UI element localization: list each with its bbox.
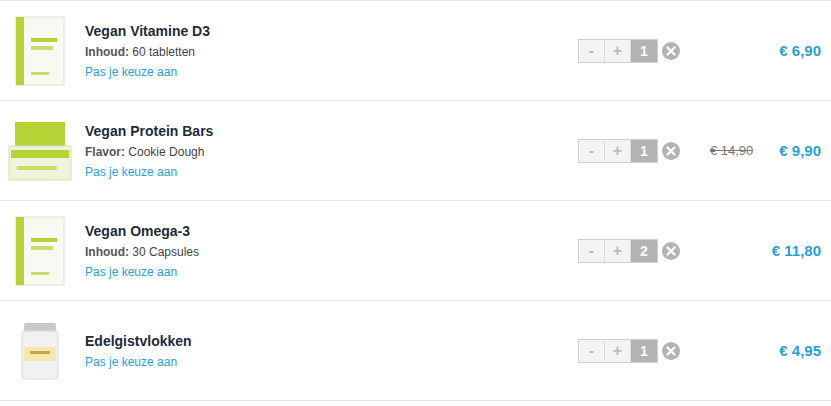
product-title[interactable]: Vegan Protein Bars [85, 123, 578, 139]
minus-button[interactable]: - [579, 240, 605, 262]
cart-row: Edelgistvlokken Pas je keuze aan-+1 € 4,95 [0, 301, 831, 401]
cart-list: Vegan Vitamine D3 Inhoud: 60 tabletten Pas… [0, 0, 831, 401]
quantity-control: -+1 [578, 339, 658, 363]
remove-icon[interactable] [662, 242, 680, 260]
price-area: € 11,80 [680, 242, 831, 259]
product-option: Inhoud: 60 tabletten [85, 45, 578, 59]
product-info: Vegan Omega-3 Inhoud: 30 Capsules Pas je k… [85, 223, 578, 279]
product-option: Flavor: Cookie Dough [85, 145, 578, 159]
product-option: Inhoud: 30 Capsules [85, 245, 578, 259]
plus-button[interactable]: + [605, 140, 631, 162]
price-area: € 14,90 € 9,90 [680, 142, 831, 159]
product-title[interactable]: Vegan Omega-3 [85, 223, 578, 239]
option-value: Cookie Dough [128, 145, 204, 159]
option-value: 30 Capsules [132, 245, 199, 259]
quantity-value[interactable]: 2 [631, 240, 657, 262]
remove-icon[interactable] [662, 142, 680, 160]
product-image[interactable] [0, 16, 85, 86]
cart-row: Vegan Vitamine D3 Inhoud: 60 tabletten Pas… [0, 1, 831, 101]
edit-choice-link[interactable]: Pas je keuze aan [85, 355, 578, 369]
quantity-value[interactable]: 1 [631, 140, 657, 162]
product-image[interactable] [0, 321, 85, 381]
option-label: Inhoud: [85, 45, 129, 59]
product-title[interactable]: Edelgistvlokken [85, 333, 578, 349]
price: € 11,80 [772, 242, 821, 259]
product-info: Vegan Vitamine D3 Inhoud: 60 tabletten Pas… [85, 23, 578, 79]
product-info: Vegan Protein Bars Flavor: Cookie Dough Pa… [85, 123, 578, 179]
quantity-control: -+1 [578, 39, 658, 63]
price: € 9,90 [779, 142, 821, 159]
minus-button[interactable]: - [579, 40, 605, 62]
quantity-control: -+2 [578, 239, 658, 263]
remove-icon[interactable] [662, 342, 680, 360]
old-price: € 14,90 [710, 143, 753, 158]
quantity-value[interactable]: 1 [631, 40, 657, 62]
plus-button[interactable]: + [605, 240, 631, 262]
product-image[interactable] [0, 216, 85, 286]
remove-icon[interactable] [662, 42, 680, 60]
minus-button[interactable]: - [579, 140, 605, 162]
quantity-control: -+1 [578, 139, 658, 163]
product-title[interactable]: Vegan Vitamine D3 [85, 23, 578, 39]
price-area: € 6,90 [680, 42, 831, 59]
product-info: Edelgistvlokken Pas je keuze aan [85, 333, 578, 369]
plus-button[interactable]: + [605, 340, 631, 362]
edit-choice-link[interactable]: Pas je keuze aan [85, 265, 578, 279]
option-label: Flavor: [85, 145, 125, 159]
quantity-value[interactable]: 1 [631, 340, 657, 362]
option-label: Inhoud: [85, 245, 129, 259]
option-value: 60 tabletten [132, 45, 195, 59]
minus-button[interactable]: - [579, 340, 605, 362]
cart-row: Vegan Omega-3 Inhoud: 30 Capsules Pas je k… [0, 201, 831, 301]
product-image[interactable] [0, 120, 85, 182]
price: € 6,90 [779, 42, 821, 59]
edit-choice-link[interactable]: Pas je keuze aan [85, 65, 578, 79]
edit-choice-link[interactable]: Pas je keuze aan [85, 165, 578, 179]
plus-button[interactable]: + [605, 40, 631, 62]
price-area: € 4,95 [680, 342, 831, 359]
cart-row: Vegan Protein Bars Flavor: Cookie Dough Pa… [0, 101, 831, 201]
price: € 4,95 [779, 342, 821, 359]
